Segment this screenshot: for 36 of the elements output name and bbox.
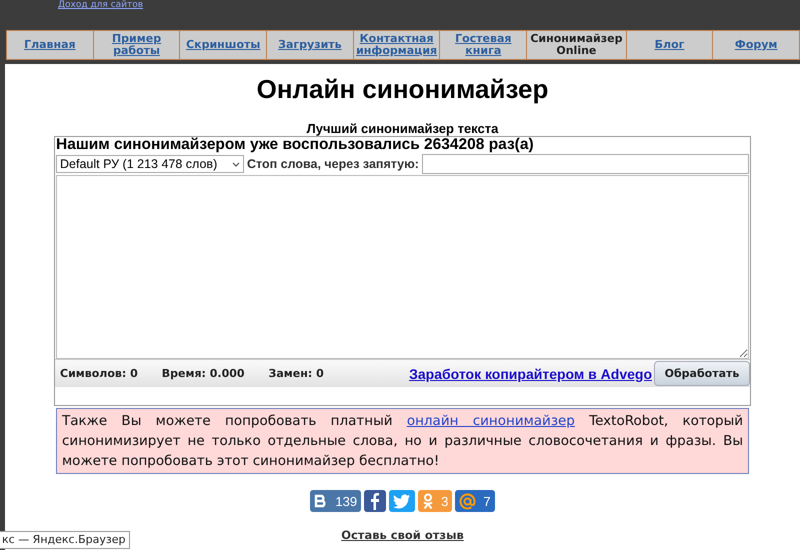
bird-icon xyxy=(393,494,412,508)
stop-words-field[interactable] xyxy=(422,154,749,174)
advego-link[interactable]: Заработок копирайтером в Advego xyxy=(409,366,652,382)
share-button[interactable]: 7 xyxy=(455,490,495,512)
person-logo-icon xyxy=(422,492,434,510)
stat-text: Время: 0.000 xyxy=(162,367,245,380)
nav-tab[interactable]: Загрузить xyxy=(267,31,354,59)
stat-text: Замен: 0 xyxy=(268,367,324,380)
subtitle: Лучший синонимайзер текста xyxy=(306,121,498,136)
nav-tab[interactable]: Главная xyxy=(7,31,94,59)
synonymizer-link[interactable]: онлайн синонимайзер xyxy=(406,413,575,429)
top-link[interactable]: Доход для сайтов xyxy=(58,0,144,11)
nav-tab[interactable]: Скриншоты xyxy=(180,31,268,59)
share-button[interactable]: 139 xyxy=(310,490,362,512)
nav-tab[interactable]: Блог xyxy=(626,31,714,59)
nav-tab[interactable]: Форум xyxy=(713,31,800,59)
facebook-logo-icon xyxy=(370,492,380,510)
process-button[interactable]: Обработать xyxy=(654,361,750,386)
stat-text: Символов: 0 xyxy=(60,367,138,380)
usage-counter: Нашим синонимайзером уже воспользовались 2634208 раз(а) xyxy=(55,137,535,153)
at-sign-icon xyxy=(459,492,476,510)
share-button[interactable] xyxy=(389,490,416,512)
tooltip: кс — Яндекс.Браузер xyxy=(0,531,130,549)
review-link[interactable]: Оставь свой отзыв xyxy=(341,528,464,542)
nav-tab[interactable]: Синонимайзер Online xyxy=(527,31,627,59)
nav-tab[interactable]: Пример работы xyxy=(94,31,180,59)
dictionary-select[interactable]: Default РУ (1 213 478 слов) xyxy=(56,155,244,173)
nav-tab[interactable]: Контактная информация xyxy=(354,31,440,59)
share-button[interactable] xyxy=(364,490,386,512)
info-paragraph: Также Вы можете попробовать платный онлайн синонимайзер TextoRobot, который синонимизирует не только отдельные слова, но и различные словосочетания и фразы. Вы можете попробовать этот синонимайзер бесплатно! xyxy=(62,412,743,471)
vk-logo-icon xyxy=(314,494,328,508)
stop-words-label: Стоп слова, через запятую: xyxy=(247,157,419,171)
page-title: Онлайн синонимайзер xyxy=(256,74,548,105)
nav-tab[interactable]: Гостевая книга xyxy=(440,31,528,59)
text-input-area[interactable] xyxy=(56,175,749,359)
chevron-down-icon xyxy=(232,162,240,166)
